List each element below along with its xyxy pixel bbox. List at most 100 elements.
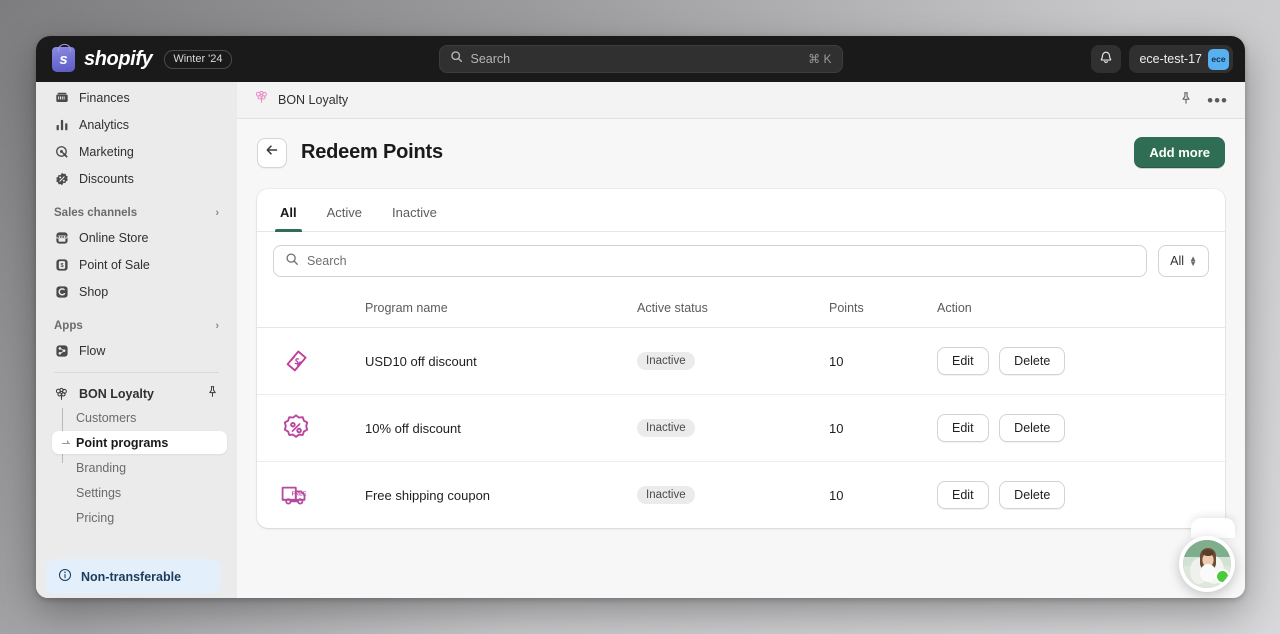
- support-chat-button[interactable]: [1179, 536, 1235, 592]
- sidebar-item-shop[interactable]: Shop: [46, 280, 227, 304]
- column-program-name: Program name: [357, 290, 629, 328]
- search-icon: [285, 252, 299, 271]
- tab-label: Active: [327, 205, 362, 220]
- search-icon: [450, 50, 463, 68]
- column-action: Action: [929, 290, 1225, 328]
- tab-label: Inactive: [392, 205, 437, 220]
- global-search-input[interactable]: Search ⌘ K: [439, 45, 843, 73]
- add-more-button[interactable]: Add more: [1134, 137, 1225, 168]
- non-transferable-banner[interactable]: Non-transferable: [46, 559, 221, 594]
- browser-window: s shopify Winter '24 Search ⌘ K: [36, 36, 1245, 598]
- notifications-button[interactable]: [1091, 45, 1121, 73]
- sidebar-item-pricing[interactable]: Pricing: [68, 506, 227, 529]
- sidebar-item-point-programs[interactable]: Point programs: [52, 431, 227, 454]
- program-actions: Edit Delete: [929, 328, 1225, 395]
- sidebar-item-label: Settings: [76, 486, 121, 500]
- sidebar-item-bon-settings[interactable]: Settings: [68, 481, 227, 504]
- more-options-button[interactable]: •••: [1207, 92, 1228, 109]
- finances-icon: [54, 91, 69, 106]
- free-shipping-truck-icon: FREE: [279, 478, 349, 512]
- pin-icon[interactable]: [206, 385, 219, 403]
- section-label: Sales channels: [54, 207, 137, 219]
- sidebar-item-discounts[interactable]: Discounts: [46, 167, 227, 191]
- sidebar-divider: [54, 372, 219, 373]
- tab-active[interactable]: Active: [314, 196, 375, 231]
- delete-button[interactable]: Delete: [999, 347, 1065, 375]
- shopify-bag-icon: s: [52, 47, 75, 72]
- sidebar-item-flow[interactable]: Flow: [46, 339, 227, 363]
- search-input[interactable]: Search: [273, 245, 1147, 277]
- coupon-dollar-icon: [279, 344, 349, 378]
- sidebar-item-label: Online Store: [79, 231, 148, 245]
- sidebar-item-label: Customers: [76, 411, 136, 425]
- table-row: USD10 off discount Inactive 10 Edit Dele…: [257, 328, 1225, 395]
- sidebar-item-analytics[interactable]: Analytics: [46, 113, 227, 137]
- program-tabs: All Active Inactive: [257, 189, 1225, 232]
- program-status-cell: Inactive: [629, 395, 821, 462]
- search-shortcut-hint: ⌘ K: [808, 52, 831, 66]
- sidebar-item-marketing[interactable]: Marketing: [46, 140, 227, 164]
- status-badge: Inactive: [637, 419, 695, 437]
- delete-button[interactable]: Delete: [999, 481, 1065, 509]
- point-of-sale-icon: $: [54, 258, 69, 273]
- program-icon-cell: [257, 328, 357, 395]
- sidebar-section-sales-channels[interactable]: Sales channels ›: [46, 202, 227, 224]
- table-row: FREE Free shipping coupon Inactive 10: [257, 462, 1225, 529]
- store-switcher[interactable]: ece-test-17 ece: [1129, 45, 1233, 73]
- embedded-app-header: BON Loyalty •••: [237, 82, 1245, 119]
- edit-button[interactable]: Edit: [937, 347, 989, 375]
- sidebar-item-label: Analytics: [79, 118, 129, 132]
- sidebar-item-label: BON Loyalty: [79, 387, 154, 401]
- program-name: Free shipping coupon: [357, 462, 629, 529]
- column-points: Points: [821, 290, 929, 328]
- sidebar-item-label: Pricing: [76, 511, 114, 525]
- search-placeholder: Search: [307, 254, 347, 268]
- sidebar-item-branding[interactable]: Branding: [68, 456, 227, 479]
- program-name: 10% off discount: [357, 395, 629, 462]
- sidebar-item-label: Finances: [79, 91, 130, 105]
- online-store-icon: [54, 231, 69, 246]
- sidebar-item-finances[interactable]: Finances: [46, 86, 227, 110]
- sidebar-item-point-of-sale[interactable]: $ Point of Sale: [46, 253, 227, 277]
- bon-loyalty-icon: [54, 387, 69, 402]
- table-row: 10% off discount Inactive 10 Edit Delete: [257, 395, 1225, 462]
- flow-icon: [54, 344, 69, 359]
- sidebar-item-bon-loyalty[interactable]: BON Loyalty: [46, 382, 227, 406]
- support-agent-avatar: [1183, 540, 1231, 588]
- shopify-brand[interactable]: s shopify Winter '24: [48, 47, 232, 72]
- bon-loyalty-icon: [254, 90, 269, 110]
- season-badge[interactable]: Winter '24: [164, 50, 231, 69]
- tab-all[interactable]: All: [267, 196, 310, 231]
- edit-button[interactable]: Edit: [937, 481, 989, 509]
- window-body: Finances Analytics: [36, 82, 1245, 598]
- back-button[interactable]: [257, 138, 287, 168]
- column-icon: [257, 290, 357, 328]
- tab-inactive[interactable]: Inactive: [379, 196, 450, 231]
- sidebar-section-apps[interactable]: Apps ›: [46, 315, 227, 337]
- sidebar-item-label: Branding: [76, 461, 126, 475]
- program-status-cell: Inactive: [629, 462, 821, 529]
- chevron-right-icon: ›: [215, 207, 219, 219]
- pin-icon[interactable]: [1179, 91, 1193, 110]
- arrow-left-icon: [264, 142, 280, 163]
- page-container: Redeem Points Add more All Active Inacti…: [237, 119, 1245, 598]
- discounts-icon: [54, 172, 69, 187]
- edit-button[interactable]: Edit: [937, 414, 989, 442]
- program-points: 10: [821, 328, 929, 395]
- percent-badge-icon: [279, 411, 349, 445]
- programs-card: All Active Inactive: [257, 189, 1225, 528]
- shopify-topbar: s shopify Winter '24 Search ⌘ K: [36, 36, 1245, 82]
- sidebar-item-online-store[interactable]: Online Store: [46, 226, 227, 250]
- sidebar-item-label: Marketing: [79, 145, 134, 159]
- delete-button[interactable]: Delete: [999, 414, 1065, 442]
- sidebar-item-customers[interactable]: Customers: [68, 406, 227, 429]
- program-icon-cell: FREE: [257, 462, 357, 529]
- status-filter-select[interactable]: All ▲▼: [1158, 245, 1209, 277]
- topbar-right-cluster: ece-test-17 ece: [1091, 45, 1233, 73]
- program-actions: Edit Delete: [929, 462, 1225, 529]
- table-header-row: Program name Active status Points Action: [257, 290, 1225, 328]
- store-avatar: ece: [1208, 49, 1229, 70]
- programs-table: Program name Active status Points Action: [257, 290, 1225, 528]
- global-search-placeholder: Search: [471, 52, 801, 66]
- select-value: All: [1170, 254, 1184, 268]
